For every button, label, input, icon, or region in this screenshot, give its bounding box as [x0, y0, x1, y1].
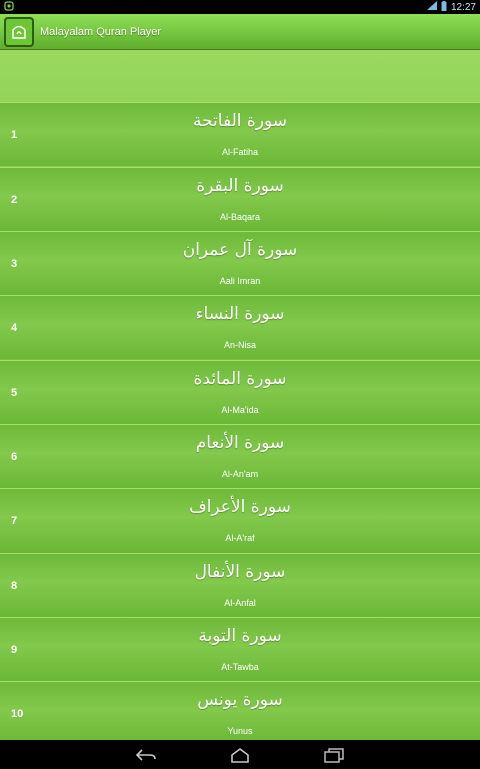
surah-name: Al-Ma'ida	[221, 405, 259, 415]
surah-name: An-Nisa	[223, 340, 256, 350]
list-item[interactable]: 6 سورة الأنعام Al-An'am	[0, 424, 480, 488]
list-item[interactable]: 8 سورة الأنفال Al-Anfal	[0, 553, 480, 617]
list-item[interactable]: 9 سورة التوبة At-Tawba	[0, 617, 480, 681]
surah-arabic-title: سورة البقرة	[196, 176, 284, 196]
surah-arabic-title: سورة المائدة	[193, 369, 287, 389]
status-bar: 12:27	[0, 0, 480, 14]
navigation-bar	[0, 740, 480, 769]
surah-arabic-title: سورة آل عمران	[182, 240, 298, 260]
surah-name: Al-Baqara	[219, 212, 261, 222]
surah-name: Al-An'am	[221, 469, 259, 479]
surah-arabic-title: سورة الأنفال	[194, 562, 286, 582]
home-icon[interactable]	[228, 746, 252, 764]
list-item[interactable]: 2 سورة البقرة Al-Baqara	[0, 167, 480, 231]
back-icon[interactable]	[134, 746, 158, 764]
surah-arabic-title: سورة النساء	[195, 304, 285, 324]
surah-arabic-title: سورة التوبة	[198, 626, 282, 646]
app-notification-icon	[4, 0, 14, 14]
surah-name: Al-A'raf	[225, 533, 255, 543]
surah-arabic-title: سورة الفاتحة	[192, 111, 288, 131]
list-item[interactable]: 5 سورة المائدة Al-Ma'ida	[0, 360, 480, 424]
list-item[interactable]: 1 سورة الفاتحة Al-Fatiha	[0, 102, 480, 166]
surah-name: Al-Fatiha	[221, 147, 258, 157]
surah-arabic-title: سورة يونس	[197, 690, 283, 710]
surah-name: Yunus	[227, 726, 253, 736]
battery-icon	[441, 0, 447, 14]
list-item[interactable]: 4 سورة النساء An-Nisa	[0, 295, 480, 359]
app-title: Malayalam Quran Player	[40, 25, 162, 38]
signal-icon	[426, 1, 437, 13]
surah-list[interactable]: 1 سورة الفاتحة Al-Fatiha 2 سورة البقرة A…	[0, 50, 480, 740]
list-item[interactable]: 3 سورة آل عمران Aali Imran	[0, 231, 480, 295]
surah-arabic-title: سورة الأنعام	[195, 433, 285, 453]
surah-name: Al-Anfal	[224, 598, 256, 608]
surah-arabic-title: سورة الأعراف	[189, 497, 291, 517]
surah-name: Aali Imran	[219, 276, 261, 286]
status-time: 12:27	[450, 1, 476, 13]
action-bar: Malayalam Quran Player	[0, 14, 480, 50]
list-item[interactable]: 10 سورة يونس Yunus	[0, 681, 480, 740]
surah-name: At-Tawba	[221, 662, 259, 672]
recent-apps-icon[interactable]	[322, 746, 346, 764]
app-icon[interactable]	[4, 16, 34, 47]
list-item[interactable]: 7 سورة الأعراف Al-A'raf	[0, 488, 480, 552]
